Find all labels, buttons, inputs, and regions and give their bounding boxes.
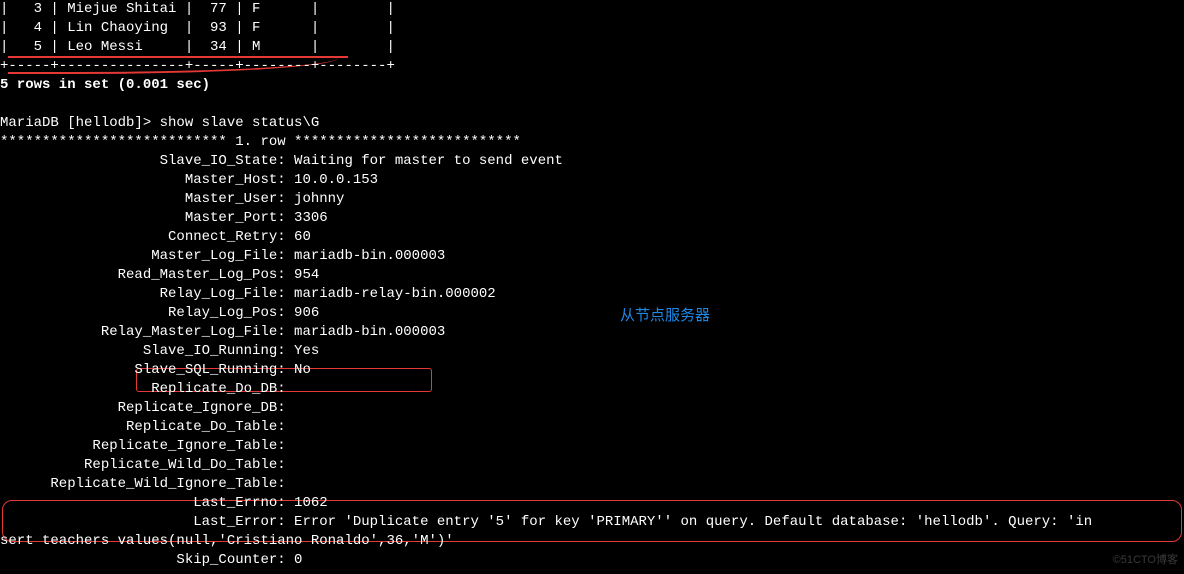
- watermark: ©51CTO博客: [1113, 551, 1178, 570]
- annotation-label: 从节点服务器: [620, 306, 710, 325]
- terminal-output: | 3 | Miejue Shitai | 77 | F | | | 4 | L…: [0, 0, 1184, 570]
